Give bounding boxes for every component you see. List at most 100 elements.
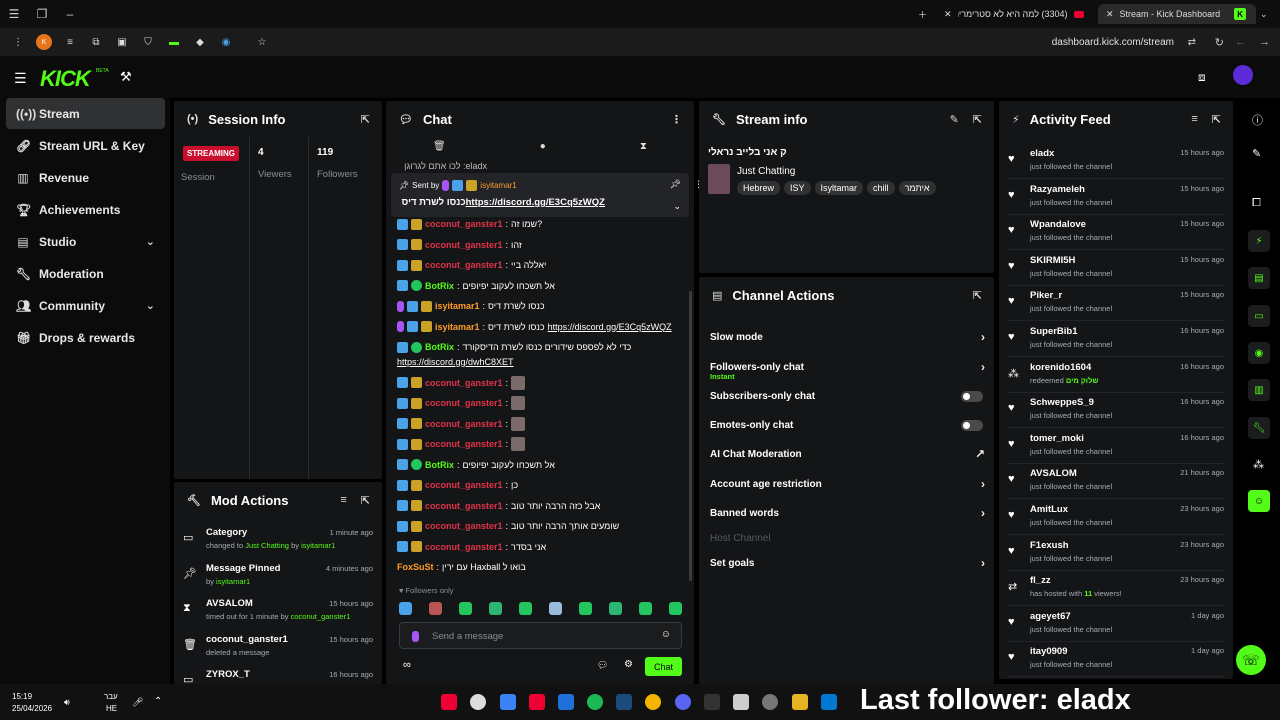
info-icon[interactable]: ⓘ — [1252, 112, 1263, 128]
sidebar-item-moderation[interactable]: 🔧︎ Moderation — [6, 258, 165, 289]
channel-action-ai-chat-moderation[interactable]: AI Chat Moderation ↗ — [710, 441, 985, 467]
sidebar-item-drops[interactable]: 🎁︎ Drops & rewards — [6, 322, 165, 353]
chat-username[interactable]: BotRix — [425, 460, 454, 470]
sidebar-item-achievements[interactable]: 🏆︎ Achievements — [6, 194, 165, 225]
filter-icon[interactable]: ≡ — [1191, 113, 1197, 126]
chat-username[interactable]: coconut_ganster1 — [425, 542, 503, 552]
hamburger-icon[interactable]: ☰ — [14, 70, 27, 87]
emote-icon[interactable] — [399, 601, 412, 615]
chat-bubble-icon[interactable]: ▭ — [1248, 305, 1270, 327]
chat-message[interactable]: coconut_ganster1: — [397, 374, 528, 392]
pencil-icon[interactable]: ✎ — [1252, 147, 1261, 160]
tools-icon[interactable]: ⚒ — [120, 69, 132, 85]
activity-username[interactable]: Wpandalove — [1030, 219, 1086, 230]
trash-icon[interactable]: 🗑︎ — [433, 141, 446, 163]
chat-message[interactable]: coconut_ganster1: זהו — [397, 236, 522, 254]
activity-username[interactable]: tomer_moki — [1030, 433, 1084, 444]
app-icon[interactable] — [441, 694, 457, 710]
chat-username[interactable]: isyitamar1 — [435, 301, 480, 311]
activity-username[interactable]: Piker_r — [1030, 290, 1062, 301]
chat-username[interactable]: coconut_ganster1 — [425, 260, 503, 270]
steam-icon[interactable] — [616, 694, 632, 710]
chat-username[interactable]: coconut_ganster1 — [425, 219, 503, 229]
minimize-icon[interactable]: – — [56, 0, 84, 28]
activity-username[interactable]: AVSALOM — [1030, 468, 1077, 479]
extension-icon[interactable]: ◉ — [218, 34, 234, 50]
chat-message[interactable]: BotRix: אל תשכחו לעקוב יפיופים — [397, 277, 555, 295]
menu-icon[interactable]: ☰ — [0, 0, 28, 28]
store-icon[interactable] — [821, 694, 837, 710]
sidebar-item-stream[interactable]: ((•)) Stream — [6, 98, 165, 129]
chat-bubble-icon[interactable]: 💬︎ — [597, 660, 608, 671]
popout-icon[interactable]: ⇱ — [973, 113, 982, 126]
app-icon[interactable] — [558, 694, 574, 710]
tab-kick-dashboard[interactable]: ✕ Stream - Kick Dashboard K — [1098, 4, 1256, 24]
channel-action-account-age-restriction[interactable]: Account age restriction › — [710, 471, 985, 497]
chevron-down-icon[interactable]: ⌄ — [1260, 4, 1268, 24]
chat-message[interactable]: coconut_ganster1: אבל כזה הרבה יותר טוב — [397, 497, 600, 515]
chat-message[interactable]: coconut_ganster1: — [397, 394, 528, 412]
close-icon[interactable]: ✕ — [944, 9, 952, 20]
chat-username[interactable]: coconut_ganster1 — [425, 398, 503, 408]
chat-message[interactable]: coconut_ganster1: ?שמו זה — [397, 215, 542, 233]
chat-scrollbar[interactable] — [689, 291, 692, 581]
activity-username[interactable]: itay0909 — [1030, 646, 1068, 657]
toggle-switch[interactable] — [961, 390, 983, 402]
chevron-up-icon[interactable]: ⌃ — [154, 696, 162, 707]
tab-youtube[interactable]: ✕ (3304) למה היא לא סטרימרית — [944, 4, 1094, 24]
chat-message[interactable]: coconut_ganster1: כן — [397, 476, 518, 494]
extension-icon[interactable]: ◆ — [192, 34, 208, 50]
chat-message[interactable]: coconut_ganster1: — [397, 435, 528, 453]
emote-icon[interactable] — [609, 601, 622, 615]
close-icon[interactable]: ✕ — [1106, 9, 1114, 20]
chat-bubble-icon[interactable]: ● — [540, 141, 546, 163]
chat-message[interactable]: coconut_ganster1: יאללה ביי — [397, 256, 546, 274]
chat-username[interactable]: coconut_ganster1 — [425, 521, 503, 531]
app-icon[interactable] — [529, 694, 545, 710]
chat-message[interactable]: FoxSuSt: בואו ל Haxball עם ירין — [397, 558, 526, 576]
emote-icon[interactable] — [669, 601, 682, 615]
chat-message[interactable]: coconut_ganster1: — [397, 415, 528, 433]
chat-log-icon[interactable]: ▤ — [1248, 267, 1270, 289]
popout-icon[interactable]: ⇱ — [973, 289, 982, 302]
stream-tag[interactable]: ISY — [784, 181, 811, 195]
chat-username[interactable]: coconut_ganster1 — [425, 501, 503, 511]
activity-username[interactable]: AmitLux — [1030, 504, 1068, 515]
points-icon[interactable]: ⁂ — [1253, 458, 1264, 471]
chat-username[interactable]: coconut_ganster1 — [425, 480, 503, 490]
emote-icon[interactable] — [489, 601, 502, 615]
toggle-switch[interactable] — [961, 419, 983, 431]
activity-username[interactable]: SKIRMI5H — [1030, 255, 1075, 266]
stream-tag[interactable]: Isyltamar — [814, 181, 864, 195]
chat-username[interactable]: coconut_ganster1 — [425, 240, 503, 250]
emote-icon[interactable] — [639, 601, 652, 615]
stream-preview-icon[interactable]: ⧈ — [1198, 70, 1206, 85]
pencil-icon[interactable]: ✎ — [950, 113, 959, 126]
forward-icon[interactable]: ← — [1235, 36, 1246, 48]
new-tab-button[interactable]: ＋ — [918, 4, 927, 24]
extension-icon[interactable]: ▬ — [166, 34, 182, 50]
discord-icon[interactable] — [675, 694, 691, 710]
emote-icon[interactable] — [549, 601, 562, 615]
popout-icon[interactable]: ⇱ — [361, 494, 370, 507]
chat-message[interactable]: isyitamar1: כנסו לשרת דיס — [397, 297, 545, 315]
gear-icon[interactable]: ⚙ — [624, 659, 633, 670]
stream-tag[interactable]: איתמר — [898, 181, 936, 195]
epic-icon[interactable] — [704, 694, 720, 710]
lightning-icon[interactable]: ⚡︎ — [1248, 230, 1270, 252]
more-icon[interactable]: ⋮ — [671, 113, 682, 126]
stream-tag[interactable]: chill — [867, 181, 895, 195]
activity-username[interactable]: Razyameleh — [1030, 184, 1085, 195]
chat-input[interactable]: Send a message ☺ — [399, 622, 682, 649]
activity-username[interactable]: SuperBib1 — [1030, 326, 1078, 337]
chat-message[interactable]: BotRix: אל תשכחו לעקוב יפיופים — [397, 456, 555, 474]
chat-message[interactable]: isyitamar1: כנסו לשרת דיס https://discord… — [397, 318, 672, 336]
channel-action-set-goals[interactable]: Set goals › — [710, 550, 985, 576]
chat-username[interactable]: coconut_ganster1 — [425, 378, 503, 388]
start-icon[interactable] — [500, 694, 516, 710]
hourglass-icon[interactable]: ⧗ — [640, 141, 647, 163]
send-chat-button[interactable]: Chat — [645, 657, 682, 676]
chat-link[interactable]: https://discord.gg/E3Cq5zWQZ — [548, 322, 672, 332]
emote-icon[interactable] — [579, 601, 592, 615]
crop-icon[interactable]: ⧠ — [1252, 197, 1261, 210]
